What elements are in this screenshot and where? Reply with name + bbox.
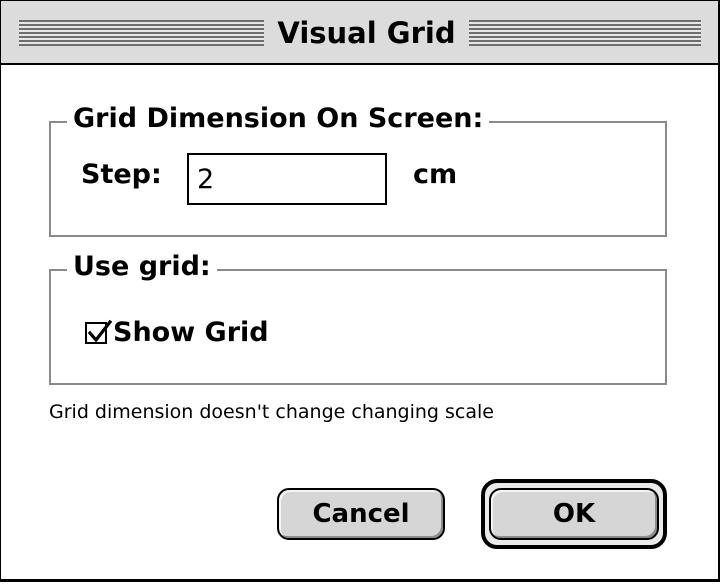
cancel-button[interactable]: Cancel xyxy=(277,488,445,540)
checkmark-icon xyxy=(87,319,113,343)
grid-note-text: Grid dimension doesn't change changing s… xyxy=(49,401,494,423)
step-label: Step: xyxy=(81,159,162,190)
title-bar-stripes-right xyxy=(469,20,701,46)
use-grid-group-title: Use grid: xyxy=(67,249,217,285)
title-bar[interactable]: Visual Grid xyxy=(1,1,718,65)
use-grid-group: Use grid: Show Grid xyxy=(49,249,667,385)
step-unit-label: cm xyxy=(413,159,458,190)
grid-dimension-group-title: Grid Dimension On Screen: xyxy=(67,101,490,137)
visual-grid-dialog: Visual Grid Grid Dimension On Screen: St… xyxy=(0,0,720,582)
show-grid-checkbox-row[interactable]: Show Grid xyxy=(85,315,269,351)
show-grid-checkbox[interactable] xyxy=(85,319,113,344)
step-input[interactable] xyxy=(187,153,387,205)
title-bar-stripes-left xyxy=(19,20,264,46)
window-title: Visual Grid xyxy=(264,13,469,53)
show-grid-label[interactable]: Show Grid xyxy=(113,315,269,351)
ok-button[interactable]: OK xyxy=(489,488,659,540)
grid-dimension-group: Grid Dimension On Screen: Step: cm xyxy=(49,101,667,237)
